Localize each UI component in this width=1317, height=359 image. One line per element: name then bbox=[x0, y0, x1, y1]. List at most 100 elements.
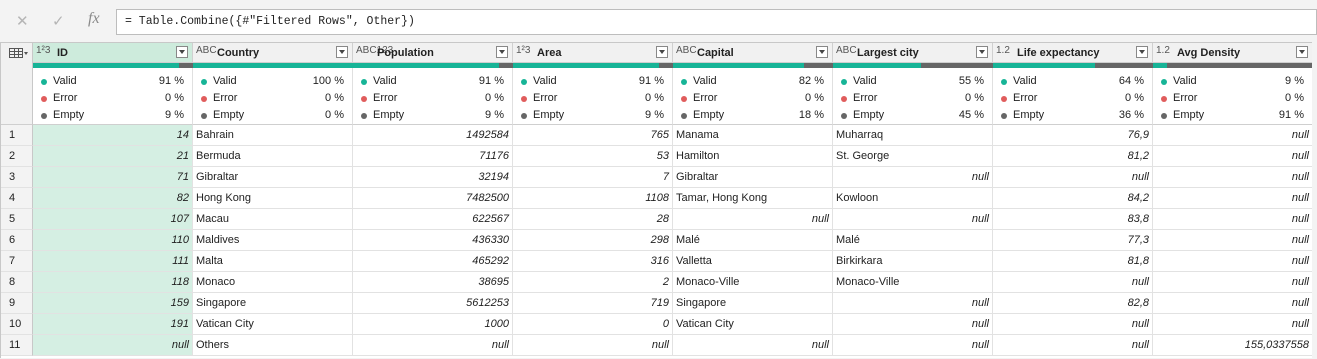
type-icon[interactable]: ABC bbox=[196, 45, 217, 56]
type-icon[interactable]: 1.2 bbox=[1156, 45, 1170, 56]
table-cell[interactable]: null bbox=[673, 335, 833, 356]
table-cell[interactable]: null bbox=[1153, 167, 1312, 188]
table-cell[interactable]: 465292 bbox=[353, 251, 513, 272]
table-cell[interactable]: 0 bbox=[513, 314, 673, 335]
table-cell[interactable]: 82 bbox=[33, 188, 193, 209]
filter-dropdown-icon[interactable] bbox=[656, 46, 668, 58]
table-cell[interactable]: null bbox=[833, 209, 993, 230]
row-number[interactable]: 10 bbox=[1, 314, 33, 335]
table-cell[interactable]: Maldives bbox=[193, 230, 353, 251]
type-icon[interactable]: 1.2 bbox=[996, 45, 1010, 56]
table-cell[interactable]: 155,0337558 bbox=[1153, 335, 1312, 356]
table-cell[interactable]: 298 bbox=[513, 230, 673, 251]
table-cell[interactable]: Valletta bbox=[673, 251, 833, 272]
table-cell[interactable]: null bbox=[993, 314, 1153, 335]
table-cell[interactable]: Birkirkara bbox=[833, 251, 993, 272]
table-cell[interactable]: null bbox=[833, 167, 993, 188]
table-cell[interactable]: 436330 bbox=[353, 230, 513, 251]
check-icon[interactable]: ✓ bbox=[52, 12, 65, 30]
filter-dropdown-icon[interactable] bbox=[816, 46, 828, 58]
table-cell[interactable]: null bbox=[33, 335, 193, 356]
table-cell[interactable]: 1492584 bbox=[353, 125, 513, 146]
column-header-life-expectancy[interactable]: 1.2 Life expectancy bbox=[993, 43, 1153, 63]
table-cell[interactable]: Gibraltar bbox=[673, 167, 833, 188]
table-cell[interactable]: null bbox=[1153, 209, 1312, 230]
row-number[interactable]: 4 bbox=[1, 188, 33, 209]
column-header-largest-city[interactable]: ABC Largest city bbox=[833, 43, 993, 63]
filter-dropdown-icon[interactable] bbox=[336, 46, 348, 58]
table-cell[interactable]: 82,8 bbox=[993, 293, 1153, 314]
table-cell[interactable]: Monaco bbox=[193, 272, 353, 293]
table-cell[interactable]: null bbox=[1153, 146, 1312, 167]
table-cell[interactable]: Kowloon bbox=[833, 188, 993, 209]
table-cell[interactable]: 107 bbox=[33, 209, 193, 230]
table-cell[interactable]: 111 bbox=[33, 251, 193, 272]
table-cell[interactable]: null bbox=[513, 335, 673, 356]
table-cell[interactable]: Monaco-Ville bbox=[833, 272, 993, 293]
table-cell[interactable]: null bbox=[993, 335, 1153, 356]
table-cell[interactable]: 191 bbox=[33, 314, 193, 335]
table-corner[interactable] bbox=[1, 43, 33, 125]
formula-input[interactable]: = Table.Combine({#"Filtered Rows", Other… bbox=[116, 9, 1317, 35]
table-cell[interactable]: 622567 bbox=[353, 209, 513, 230]
row-number[interactable]: 6 bbox=[1, 230, 33, 251]
table-cell[interactable]: null bbox=[993, 272, 1153, 293]
table-cell[interactable]: null bbox=[1153, 230, 1312, 251]
table-cell[interactable]: Vatican City bbox=[193, 314, 353, 335]
fx-icon[interactable]: fx bbox=[88, 10, 100, 28]
table-cell[interactable]: 765 bbox=[513, 125, 673, 146]
filter-dropdown-icon[interactable] bbox=[176, 46, 188, 58]
type-icon[interactable]: ABC bbox=[836, 45, 857, 56]
table-cell[interactable]: 719 bbox=[513, 293, 673, 314]
table-cell[interactable]: 83,8 bbox=[993, 209, 1153, 230]
column-header-country[interactable]: ABC Country bbox=[193, 43, 353, 63]
table-cell[interactable]: 7482500 bbox=[353, 188, 513, 209]
table-cell[interactable]: null bbox=[833, 293, 993, 314]
table-cell[interactable]: 7 bbox=[513, 167, 673, 188]
table-cell[interactable]: Muharraq bbox=[833, 125, 993, 146]
table-cell[interactable]: Tamar, Hong Kong bbox=[673, 188, 833, 209]
row-number[interactable]: 2 bbox=[1, 146, 33, 167]
table-cell[interactable]: Malé bbox=[833, 230, 993, 251]
table-cell[interactable]: null bbox=[993, 167, 1153, 188]
row-number[interactable]: 1 bbox=[1, 125, 33, 146]
table-cell[interactable]: Malta bbox=[193, 251, 353, 272]
table-cell[interactable]: null bbox=[1153, 188, 1312, 209]
table-cell[interactable]: Singapore bbox=[193, 293, 353, 314]
table-cell[interactable]: 81,2 bbox=[993, 146, 1153, 167]
table-cell[interactable]: 76,9 bbox=[993, 125, 1153, 146]
table-cell[interactable]: Manama bbox=[673, 125, 833, 146]
row-number[interactable]: 5 bbox=[1, 209, 33, 230]
table-cell[interactable]: Hong Kong bbox=[193, 188, 353, 209]
table-cell[interactable]: null bbox=[353, 335, 513, 356]
table-cell[interactable]: Vatican City bbox=[673, 314, 833, 335]
column-header-area[interactable]: 1²3 Area bbox=[513, 43, 673, 63]
table-cell[interactable]: Hamilton bbox=[673, 146, 833, 167]
filter-dropdown-icon[interactable] bbox=[1296, 46, 1308, 58]
filter-dropdown-icon[interactable] bbox=[1136, 46, 1148, 58]
filter-dropdown-icon[interactable] bbox=[976, 46, 988, 58]
table-cell[interactable]: 81,8 bbox=[993, 251, 1153, 272]
table-cell[interactable]: Malé bbox=[673, 230, 833, 251]
table-cell[interactable]: null bbox=[833, 314, 993, 335]
table-cell[interactable]: 21 bbox=[33, 146, 193, 167]
table-cell[interactable]: 38695 bbox=[353, 272, 513, 293]
table-cell[interactable]: 118 bbox=[33, 272, 193, 293]
table-cell[interactable]: 316 bbox=[513, 251, 673, 272]
type-icon[interactable]: 1²3 bbox=[516, 45, 530, 56]
table-cell[interactable]: Macau bbox=[193, 209, 353, 230]
table-cell[interactable]: null bbox=[1153, 314, 1312, 335]
table-icon[interactable] bbox=[9, 48, 23, 58]
table-cell[interactable]: null bbox=[1153, 293, 1312, 314]
row-number[interactable]: 9 bbox=[1, 293, 33, 314]
column-header-capital[interactable]: ABC Capital bbox=[673, 43, 833, 63]
table-cell[interactable]: Gibraltar bbox=[193, 167, 353, 188]
table-cell[interactable]: null bbox=[1153, 272, 1312, 293]
table-cell[interactable]: Others bbox=[193, 335, 353, 356]
table-cell[interactable]: 77,3 bbox=[993, 230, 1153, 251]
table-cell[interactable]: 28 bbox=[513, 209, 673, 230]
table-cell[interactable]: 53 bbox=[513, 146, 673, 167]
column-header-id[interactable]: 1²3 ID bbox=[33, 43, 193, 63]
chevron-down-icon[interactable] bbox=[24, 52, 28, 55]
table-cell[interactable]: 110 bbox=[33, 230, 193, 251]
